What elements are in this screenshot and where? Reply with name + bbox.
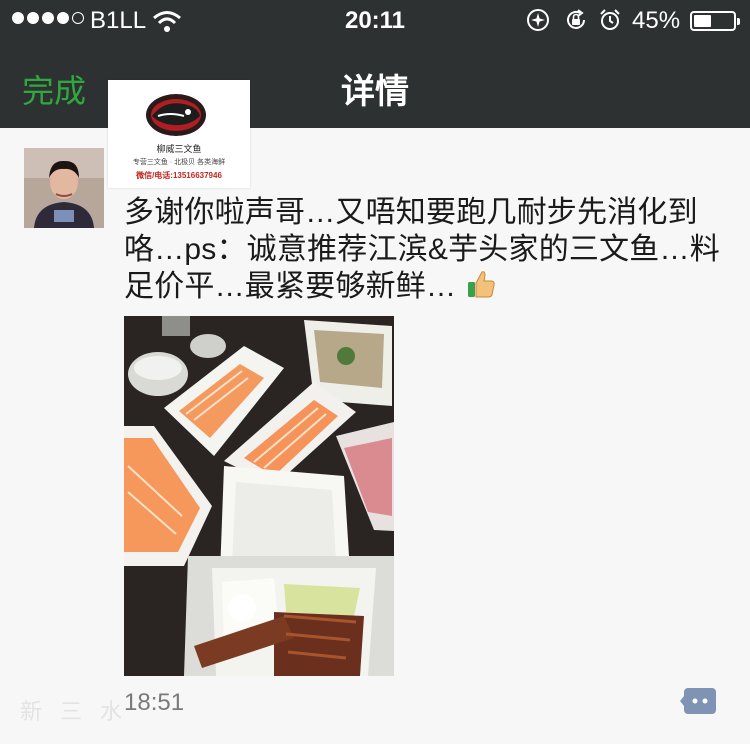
battery-percent: 45% — [632, 7, 681, 34]
post-content: 多谢你啦声哥…又唔知要跑几耐步先消化到咯…ps：诚意推荐江滨&芋头家的三文鱼…料… — [124, 194, 734, 305]
battery-fill — [694, 15, 711, 27]
avatar[interactable] — [24, 148, 104, 228]
salmon-emblem-logo — [146, 94, 206, 136]
sashimi-photo — [124, 316, 394, 676]
post-text: 多谢你啦声哥…又唔知要跑几耐步先消化到咯…ps：诚意推荐江滨&芋头家的三文鱼…料… — [124, 196, 720, 303]
comment-button[interactable] — [680, 686, 718, 716]
shop-tagline: 专营三文鱼 · 北极贝 各类海鲜 — [132, 159, 226, 166]
battery-icon — [690, 11, 740, 31]
shop-brand-name: 柳威三文鱼 — [156, 144, 202, 154]
alarm-icon — [600, 9, 620, 30]
location-icon — [527, 9, 549, 31]
status-bar: B1LL 20:11 45% — [0, 0, 750, 40]
orientation-lock-icon — [567, 9, 585, 29]
watermark: 新三水 — [20, 699, 141, 724]
user-photo — [24, 148, 104, 228]
post-photo[interactable] — [124, 316, 394, 676]
post-time: 18:51 — [124, 689, 185, 716]
shop-logo-card: 柳威三文鱼 专营三文鱼 · 北极贝 各类海鲜 微信/电话:13516637946 — [108, 80, 250, 188]
shop-phone: 微信/电话:13516637946 — [136, 171, 222, 180]
thumbs-up-icon — [467, 271, 495, 298]
